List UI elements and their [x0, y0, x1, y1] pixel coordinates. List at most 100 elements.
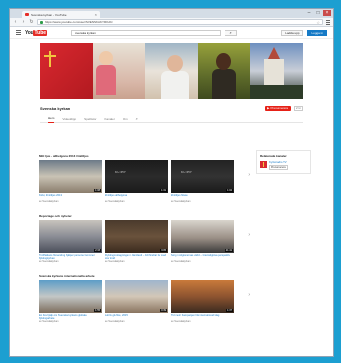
channel-avatar[interactable] — [260, 161, 267, 168]
tab-title: Svenska kyrkan - YouTube — [31, 12, 67, 17]
video-author: av Svenskakyrkan — [105, 260, 125, 263]
video-duration: 3:05 — [160, 249, 167, 252]
next-arrow-icon[interactable]: › — [248, 292, 250, 298]
video-thumbnail[interactable]: KLIPP 1:02 — [171, 160, 234, 193]
video-card[interactable]: 2:33 Trollhättans församling hjälper per… — [39, 220, 102, 266]
thumbnail-caption: KLIPP — [115, 170, 127, 174]
section-title[interactable]: Reportage och nyheter — [39, 214, 244, 219]
lock-icon — [40, 20, 43, 24]
window-controls: – □ × — [305, 10, 331, 16]
forward-arrow-icon[interactable]: › — [21, 19, 26, 25]
video-duration: 0:39 — [160, 309, 167, 312]
related-channels-panel: Relaterade kanaler Kyrkoradio TV Prenume… — [256, 150, 311, 174]
tab-channels[interactable]: Kanaler — [104, 115, 114, 123]
channel-search-icon[interactable]: ⌕ — [136, 115, 138, 123]
video-author: av Svenskakyrkan — [171, 320, 191, 323]
video-author: av Svenskakyrkan — [39, 320, 59, 323]
video-thumbnail[interactable]: 1:08 — [39, 160, 102, 193]
subscribe-button[interactable]: ▶ Prenumerera — [265, 105, 291, 111]
subscribe-play-icon: ▶ — [267, 106, 270, 110]
search-button[interactable]: ⌕ — [225, 29, 238, 36]
banner-photo-woman — [197, 43, 251, 99]
address-bar[interactable]: https://www.youtube.com/user/SVENSKAKYRK… — [37, 19, 323, 25]
youtube-logo[interactable]: You Tube — [25, 29, 48, 36]
tab-bar: Svenska kyrkan - YouTube × – □ × — [10, 9, 333, 18]
thumbnail-caption: KLIPP — [181, 170, 193, 174]
video-card[interactable]: 1:08 Kicki, #mittljus 2013 av Svenskakyr… — [39, 160, 102, 206]
browser-navbar: ‹ › ↻ https://www.youtube.com/user/SVENS… — [10, 18, 333, 27]
channel-banner — [40, 43, 303, 99]
video-card[interactable]: KLIPP 1:02 #mittljus Nisse av Svenskakyrk… — [171, 160, 234, 206]
reload-icon[interactable]: ↻ — [29, 19, 34, 25]
video-duration: 1:02 — [226, 189, 233, 192]
video-thumbnail[interactable]: 2:33 — [39, 220, 102, 253]
video-author: av Svenskakyrkan — [105, 200, 125, 203]
tab-videos[interactable]: Videoklipp — [62, 115, 76, 123]
next-arrow-icon[interactable]: › — [248, 172, 250, 178]
video-thumbnail[interactable]: KLIPP 1:31 — [105, 160, 168, 193]
video-duration: 1:08 — [94, 189, 101, 192]
bookmark-star-icon[interactable]: ☆ — [316, 20, 320, 25]
video-card[interactable]: KLIPP 1:31 #mittljus allhelgona av Svensk… — [105, 160, 168, 206]
related-channel-item[interactable]: Kyrkoradio TV Prenumerera — [260, 161, 307, 170]
logo-tube-text: Tube — [33, 29, 48, 36]
video-duration: 21:41 — [224, 249, 233, 252]
banner-photo-man — [145, 43, 198, 99]
banner-photo-church — [250, 43, 303, 99]
signin-button[interactable]: Logga in — [307, 29, 327, 36]
subscriber-count: 2 tn — [293, 105, 303, 111]
video-thumbnail[interactable]: 3:05 — [105, 220, 168, 253]
channel-name: Svenska kyrkan — [40, 105, 71, 111]
close-window-button[interactable]: × — [323, 10, 331, 16]
video-thumbnail[interactable]: 21:41 — [171, 220, 234, 253]
section-title[interactable]: Svenska kyrkans internationella arbete — [39, 274, 244, 279]
video-thumbnail[interactable]: 1:37 — [171, 280, 234, 313]
youtube-header: You Tube svenska kyrkan ⌕ Ladda upp Logg… — [10, 27, 333, 39]
video-section: Reportage och nyheter 2:33 Trollhättans … — [39, 214, 250, 266]
video-duration: 1:31 — [160, 189, 167, 192]
video-thumbnail[interactable]: 1:55 — [39, 280, 102, 313]
video-card[interactable]: 1:55 En bra hjälp om Svenska kyrkans glo… — [39, 280, 102, 326]
channel-content: Mitt ljus - allhelgona 2013 #mittljus 1:… — [39, 150, 250, 326]
guide-menu-icon[interactable] — [16, 30, 21, 35]
upload-button[interactable]: Ladda upp — [281, 29, 304, 36]
next-arrow-icon[interactable]: › — [248, 232, 250, 238]
video-section: Mitt ljus - allhelgona 2013 #mittljus 1:… — [39, 154, 250, 206]
video-row: 2:33 Trollhättans församling hjälper per… — [39, 220, 250, 266]
browser-menu-icon[interactable] — [326, 19, 330, 25]
channel-tabs: Hem Videoklipp Spellistor Kanaler Om ⌕ — [40, 115, 303, 123]
church-cross-icon — [44, 51, 56, 67]
channel-header: Svenska kyrkan ▶ Prenumerera 2 tn — [40, 103, 303, 113]
related-subscribe-button[interactable]: Prenumerera — [269, 165, 288, 170]
video-card[interactable]: 0:39 Låt liv gå före, 2015 av Svenskakyr… — [105, 280, 168, 326]
tab-playlists[interactable]: Spellistor — [84, 115, 96, 123]
video-section: Svenska kyrkans internationella arbete 1… — [39, 274, 250, 326]
back-arrow-icon[interactable]: ‹ — [13, 19, 18, 25]
banner-logo-panel — [40, 43, 93, 99]
section-title[interactable]: Mitt ljus - allhelgona 2013 #mittljus — [39, 154, 244, 159]
video-thumbnail[interactable]: 0:39 — [105, 280, 168, 313]
maximize-button[interactable]: □ — [314, 10, 322, 16]
minimize-button[interactable]: – — [305, 10, 313, 16]
search-input[interactable]: svenska kyrkan — [71, 29, 222, 36]
video-row: 1:08 Kicki, #mittljus 2013 av Svenskakyr… — [39, 160, 250, 206]
tab-close-icon[interactable]: × — [95, 12, 97, 17]
subscribe-label: Prenumerera — [270, 106, 288, 110]
video-card[interactable]: 21:41 Sorg i religionernas värld – Inter… — [171, 220, 234, 266]
video-duration: 1:37 — [226, 309, 233, 312]
banner-photo-child — [92, 43, 146, 99]
video-card[interactable]: 3:05 Flyktingmottagningen i Jämtland – F… — [105, 220, 168, 266]
browser-tab[interactable]: Svenska kyrkan - YouTube × — [22, 11, 100, 18]
video-author: av Svenskakyrkan — [105, 320, 125, 323]
related-channel-name[interactable]: Kyrkoradio TV — [269, 161, 288, 164]
tab-about[interactable]: Om — [123, 115, 128, 123]
related-channels-title: Relaterade kanaler — [260, 154, 287, 158]
url-text: https://www.youtube.com/user/SVENSKAKYRK… — [45, 20, 113, 24]
video-card[interactable]: 1:37 Tid med: Kampanjen Nä internationel… — [171, 280, 234, 326]
video-author: av Svenskakyrkan — [39, 200, 59, 203]
video-row: 1:55 En bra hjälp om Svenska kyrkans glo… — [39, 280, 250, 326]
video-duration: 1:55 — [94, 309, 101, 312]
tab-home[interactable]: Hem — [48, 115, 55, 123]
logo-you-text: You — [25, 29, 34, 36]
video-author: av Svenskakyrkan — [171, 260, 191, 263]
